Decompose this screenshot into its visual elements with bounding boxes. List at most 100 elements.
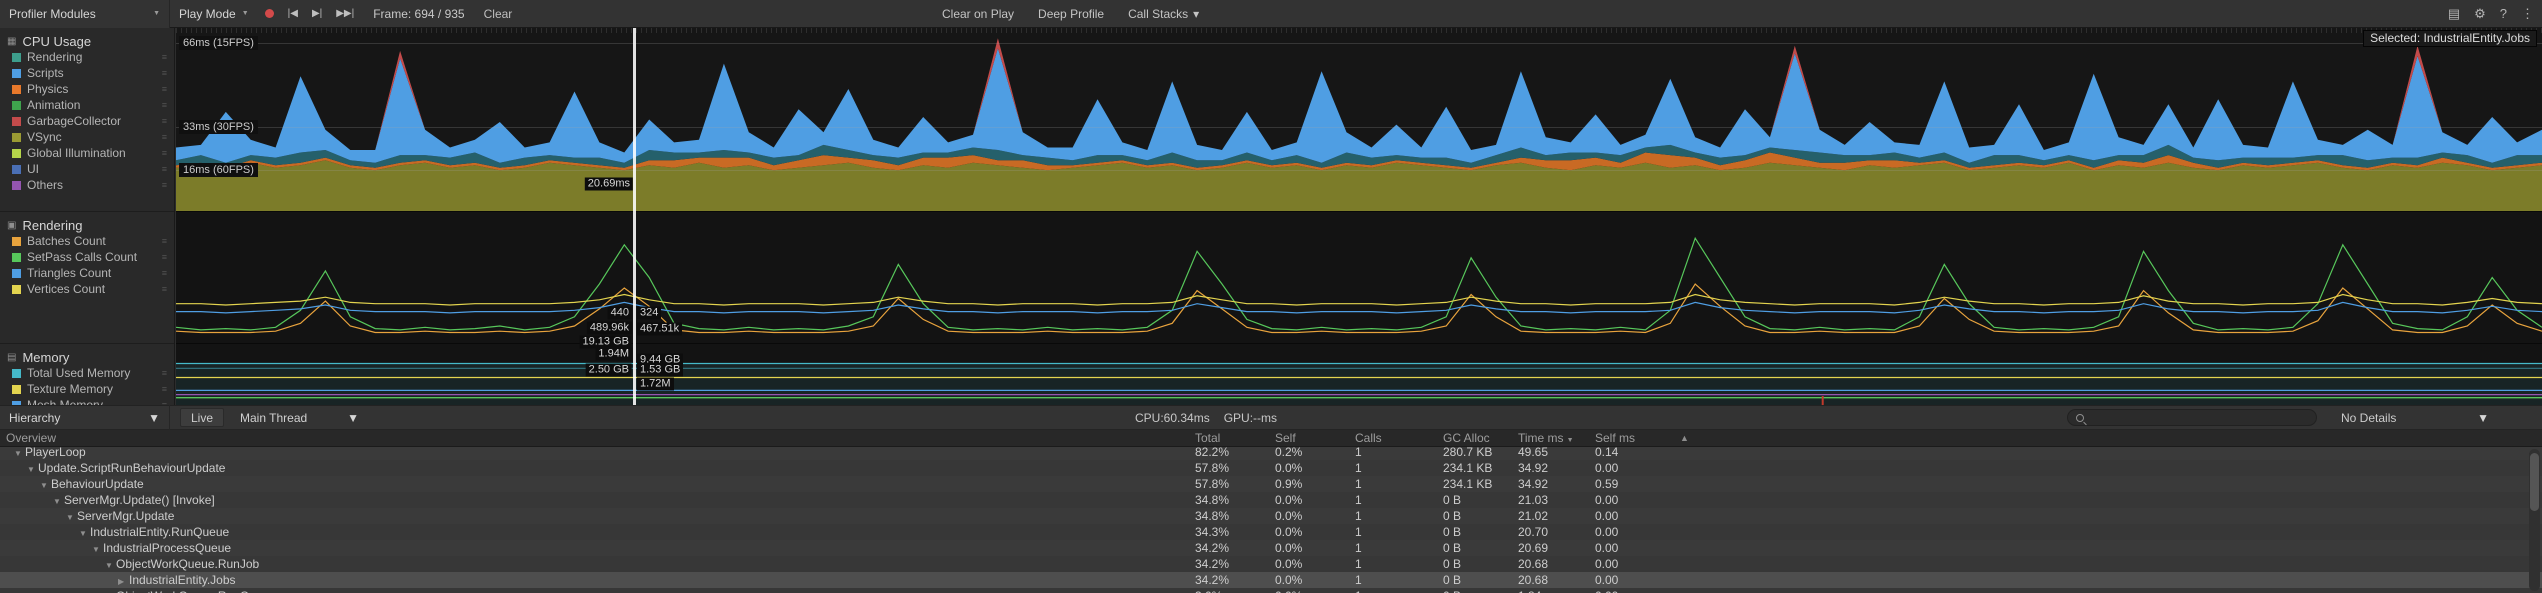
- foldout-arrow-icon[interactable]: ▼: [14, 447, 25, 460]
- legend-color-swatch: [12, 117, 21, 126]
- legend-item-vertices-count[interactable]: Vertices Count≡: [0, 281, 174, 297]
- column-header-overview[interactable]: Overview: [0, 431, 1180, 445]
- foldout-arrow-icon[interactable]: ▶: [118, 574, 129, 588]
- row-total: 82.2%: [1180, 447, 1260, 460]
- profiler-modules-dropdown[interactable]: Profiler Modules ▼: [0, 0, 170, 28]
- column-header-time-ms[interactable]: Time ms▼: [1503, 431, 1580, 445]
- legend-item-vsync[interactable]: VSync≡: [0, 129, 174, 145]
- foldout-arrow-icon[interactable]: ▼: [92, 542, 103, 556]
- legend-label: Batches Count: [27, 234, 106, 248]
- legend-item-rendering[interactable]: Rendering≡: [0, 49, 174, 65]
- column-header-warning[interactable]: ▲: [1665, 433, 1705, 443]
- legend-item-scripts[interactable]: Scripts≡: [0, 65, 174, 81]
- table-row-playerloop[interactable]: ▼PlayerLoop82.2%0.2%1280.7 KB49.650.14: [0, 447, 2542, 460]
- legend-color-swatch: [12, 69, 21, 78]
- selected-entry-banner: Selected: IndustrialEntity.Jobs: [2363, 30, 2537, 47]
- legend-item-garbagecollector[interactable]: GarbageCollector≡: [0, 113, 174, 129]
- details-label: No Details: [2341, 411, 2396, 425]
- module-header-rendering[interactable]: ▣Rendering: [0, 217, 174, 233]
- row-self: 0.0%: [1260, 524, 1340, 540]
- foldout-arrow-icon[interactable]: ▼: [66, 510, 77, 524]
- foldout-arrow-icon[interactable]: ▼: [79, 526, 90, 540]
- legend-item-animation[interactable]: Animation≡: [0, 97, 174, 113]
- table-row-objectworkqueue-runjob[interactable]: ▼ObjectWorkQueue.RunJob34.2%0.0%10 B20.6…: [0, 556, 2542, 572]
- play-mode-dropdown[interactable]: Play Mode ▼: [170, 0, 258, 28]
- search-field[interactable]: [2067, 409, 2317, 426]
- table-row-update-scriptrunbehaviourupdate[interactable]: ▼Update.ScriptRunBehaviourUpdate57.8%0.0…: [0, 460, 2542, 476]
- module-header-cpu-usage[interactable]: ▦CPU Usage: [0, 33, 174, 49]
- legend-item-triangles-count[interactable]: Triangles Count≡: [0, 265, 174, 281]
- table-row-objectworkqueue-runqueue[interactable]: ▶ObjectWorkQueue.RunQueue3.0%0.0%10 B1.8…: [0, 588, 2542, 593]
- deep-profile-toggle[interactable]: Deep Profile: [1028, 4, 1114, 24]
- table-row-servermgr-update-invoke[interactable]: ▼ServerMgr.Update() [Invoke]34.8%0.0%10 …: [0, 492, 2542, 508]
- row-calls: 1: [1340, 476, 1428, 492]
- foldout-arrow-icon[interactable]: ▼: [53, 494, 64, 508]
- legend-item-physics[interactable]: Physics≡: [0, 81, 174, 97]
- row-label: ServerMgr.Update() [Invoke]: [64, 493, 215, 507]
- legend-label: Texture Memory: [27, 382, 113, 396]
- record-button[interactable]: [258, 3, 281, 25]
- drag-handle-icon: ≡: [162, 384, 167, 394]
- row-name-cell: ▼Update.ScriptRunBehaviourUpdate: [0, 460, 1180, 476]
- next-frame-icon: ▶|: [312, 8, 322, 19]
- profiler-modules-label: Profiler Modules: [9, 7, 96, 21]
- row-name-cell: ▼ServerMgr.Update: [0, 508, 1180, 524]
- legend-item-global-illumination[interactable]: Global Illumination≡: [0, 145, 174, 161]
- table-row-behaviourupdate[interactable]: ▼BehaviourUpdate57.8%0.9%1234.1 KB34.920…: [0, 476, 2542, 492]
- row-gc-alloc: 0 B: [1428, 540, 1503, 556]
- search-input[interactable]: [2091, 412, 2308, 424]
- view-mode-dropdown[interactable]: Hierarchy ▼: [0, 405, 170, 430]
- table-row-industrialprocessqueue[interactable]: ▼IndustrialProcessQueue34.2%0.0%10 B20.6…: [0, 540, 2542, 556]
- scrollbar-thumb[interactable]: [2530, 453, 2539, 511]
- next-frame-button[interactable]: ▶|: [305, 3, 329, 25]
- layout-icon[interactable]: ▤: [2448, 6, 2460, 22]
- foldout-arrow-icon[interactable]: ▼: [40, 478, 51, 492]
- memory-chart[interactable]: [176, 343, 2542, 405]
- legend-item-setpass-calls-count[interactable]: SetPass Calls Count≡: [0, 249, 174, 265]
- table-row-industrialentity-jobs[interactable]: ▶IndustrialEntity.Jobs34.2%0.0%10 B20.68…: [0, 572, 2542, 588]
- chevron-down-icon: ▼: [2477, 404, 2489, 432]
- row-gc-alloc: 280.7 KB: [1428, 447, 1503, 460]
- memory-icon: ▤: [7, 352, 16, 363]
- time-ms-label: Time ms: [1518, 431, 1564, 445]
- cpu-usage-chart[interactable]: 66ms (15FPS)33ms (30FPS)16ms (60FPS) Sel…: [176, 28, 2542, 211]
- legend-item-texture-memory[interactable]: Texture Memory ≡: [0, 381, 174, 397]
- live-toggle[interactable]: Live: [180, 408, 224, 427]
- details-dropdown[interactable]: No Details ▼: [2332, 405, 2498, 430]
- help-icon[interactable]: ?: [2500, 6, 2507, 21]
- fps-gridline: [176, 43, 2542, 44]
- legend-item-total-used-memory[interactable]: Total Used Memory≡: [0, 365, 174, 381]
- legend-item-batches-count[interactable]: Batches Count≡: [0, 233, 174, 249]
- column-header-gc-alloc[interactable]: GC Alloc: [1428, 431, 1503, 445]
- table-row-servermgr-update[interactable]: ▼ServerMgr.Update34.8%0.0%10 B21.020.00: [0, 508, 2542, 524]
- row-warning-cell: [1665, 476, 1705, 492]
- settings-gear-icon[interactable]: ⚙: [2474, 6, 2486, 22]
- clear-button[interactable]: Clear: [477, 3, 520, 25]
- module-header-memory[interactable]: ▤Memory: [0, 349, 174, 365]
- clear-on-play-toggle[interactable]: Clear on Play: [932, 4, 1024, 24]
- legend-color-swatch: [12, 269, 21, 278]
- rendering-chart[interactable]: [176, 211, 2542, 343]
- table-scrollbar[interactable]: [2529, 449, 2540, 591]
- legend-label: Rendering: [27, 50, 82, 64]
- row-warning-cell: [1665, 540, 1705, 556]
- thread-dropdown[interactable]: Main Thread ▼: [230, 405, 369, 430]
- legend-item-ui[interactable]: UI≡: [0, 161, 174, 177]
- foldout-arrow-icon[interactable]: ▼: [27, 462, 38, 476]
- column-header-self-ms[interactable]: Self ms: [1580, 431, 1665, 445]
- current-frame-icon: ▶▶|: [336, 8, 354, 19]
- legend-item-others[interactable]: Others≡: [0, 177, 174, 193]
- column-header-self[interactable]: Self: [1260, 431, 1340, 445]
- row-name-cell: ▼IndustrialProcessQueue: [0, 540, 1180, 556]
- prev-frame-button[interactable]: |◀: [281, 3, 305, 25]
- call-stacks-dropdown[interactable]: Call Stacks ▾: [1118, 4, 1209, 24]
- row-calls: 1: [1340, 460, 1428, 476]
- row-time-ms: 49.65: [1503, 447, 1580, 460]
- foldout-arrow-icon[interactable]: ▼: [105, 558, 116, 572]
- table-row-industrialentity-runqueue[interactable]: ▼IndustrialEntity.RunQueue34.3%0.0%10 B2…: [0, 524, 2542, 540]
- column-header-total[interactable]: Total: [1180, 431, 1260, 445]
- current-frame-button[interactable]: ▶▶|: [329, 3, 361, 25]
- kebab-menu-icon[interactable]: ⋮: [2521, 6, 2534, 22]
- row-filler: [1705, 524, 2542, 540]
- column-header-calls[interactable]: Calls: [1340, 431, 1428, 445]
